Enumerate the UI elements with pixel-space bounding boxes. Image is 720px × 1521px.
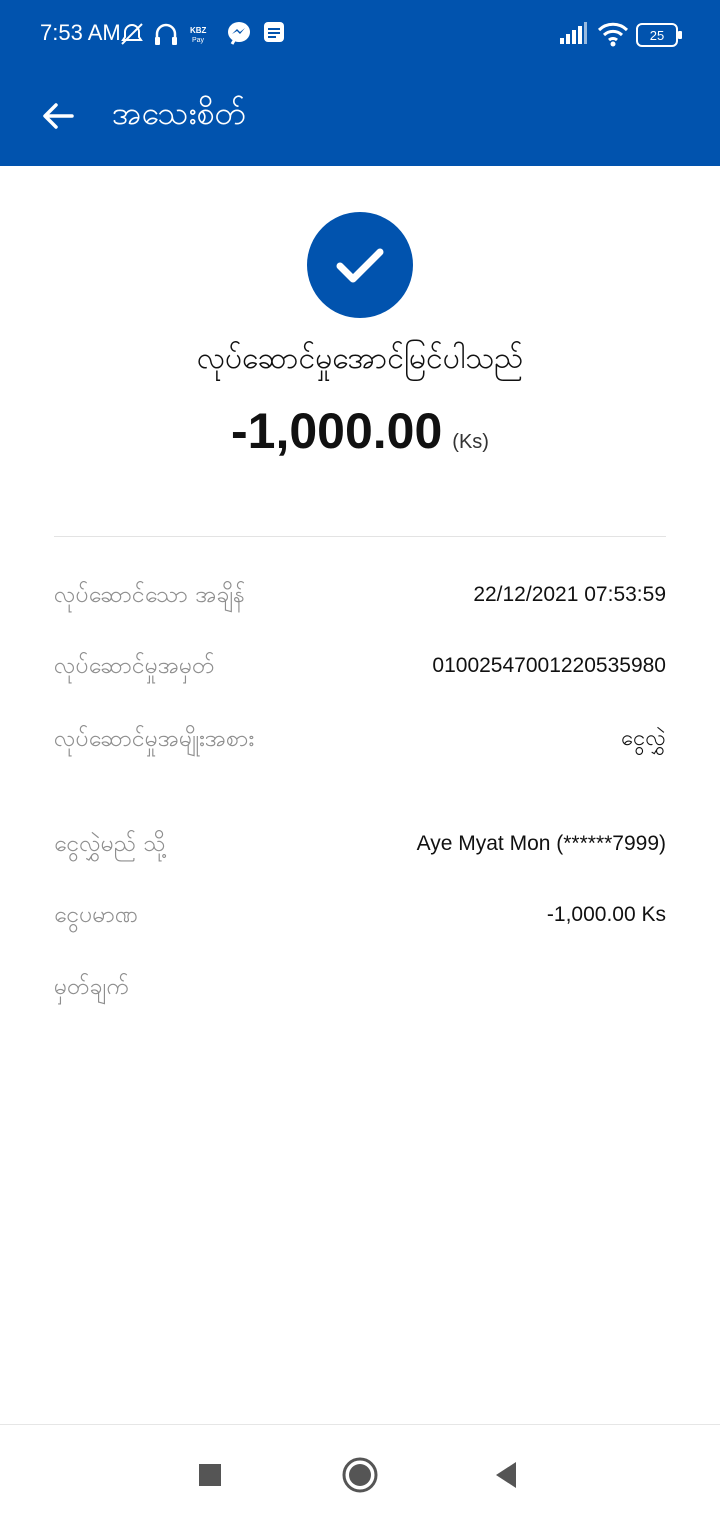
- arrow-left-icon: [43, 103, 74, 129]
- divider: [54, 536, 666, 537]
- wifi-icon: [596, 20, 630, 50]
- amount-value: -1,000.00: [231, 403, 443, 459]
- status-bar: 7:53 AM KBZ Pay 25: [0, 0, 720, 70]
- detail-label: လုပ်ဆောင်သော အချိန်: [54, 582, 245, 608]
- battery-level: 25: [650, 28, 664, 43]
- home-button[interactable]: [340, 1455, 380, 1495]
- success-check-badge: [307, 212, 413, 318]
- checkmark-icon: [336, 248, 384, 283]
- detail-label: ငွေလွှဲမည် သို့: [54, 831, 166, 857]
- svg-text:Pay: Pay: [192, 37, 205, 44]
- toolbar: အသေးစိတ်: [0, 70, 720, 166]
- headset-icon: [152, 20, 180, 50]
- alarm-off-icon: [118, 20, 146, 50]
- battery-icon: 25: [636, 22, 684, 52]
- signal-icon: [558, 20, 588, 50]
- detail-value: -1,000.00 Ks: [546, 903, 666, 926]
- app-header: 7:53 AM KBZ Pay 25 အသေးစိတ်: [0, 0, 720, 166]
- transaction-status: လုပ်ဆောင်မှုအောင်မြင်ပါသည်: [196, 341, 524, 376]
- detail-value: 010025470012205359​80: [432, 654, 666, 677]
- detail-value: 22/12/2021 07:53:59: [473, 583, 666, 606]
- status-time: 7:53 AM: [40, 20, 121, 45]
- kbzpay-icon: KBZ Pay: [188, 24, 214, 54]
- detail-label: ငွေပမာဏ: [54, 902, 139, 928]
- page-title: အသေးစိတ်: [112, 94, 246, 132]
- svg-text:KBZ: KBZ: [190, 26, 207, 35]
- detail-label: လုပ်ဆောင်မှုအမှတ်: [54, 653, 215, 679]
- recent-apps-icon: [199, 1464, 221, 1486]
- nav-back-button[interactable]: [486, 1455, 526, 1495]
- messenger-icon: [226, 20, 252, 50]
- amount-unit: (Ks): [452, 431, 489, 453]
- home-icon: [342, 1457, 378, 1493]
- system-nav-bar: [0, 1424, 720, 1521]
- detail-value: Aye Myat Mon (******7999): [416, 832, 666, 855]
- recent-apps-button[interactable]: [190, 1455, 230, 1495]
- message-icon: [262, 20, 286, 50]
- detail-label: လုပ်ဆောင်မှုအမျိုးအစား: [54, 726, 255, 752]
- detail-value: ငွေလွှဲ: [621, 726, 666, 751]
- detail-label: မှတ်ချက်: [54, 974, 129, 1000]
- back-icon: [496, 1462, 516, 1488]
- back-button[interactable]: [32, 90, 84, 142]
- amount-display: -1,000.00 (Ks): [0, 402, 720, 460]
